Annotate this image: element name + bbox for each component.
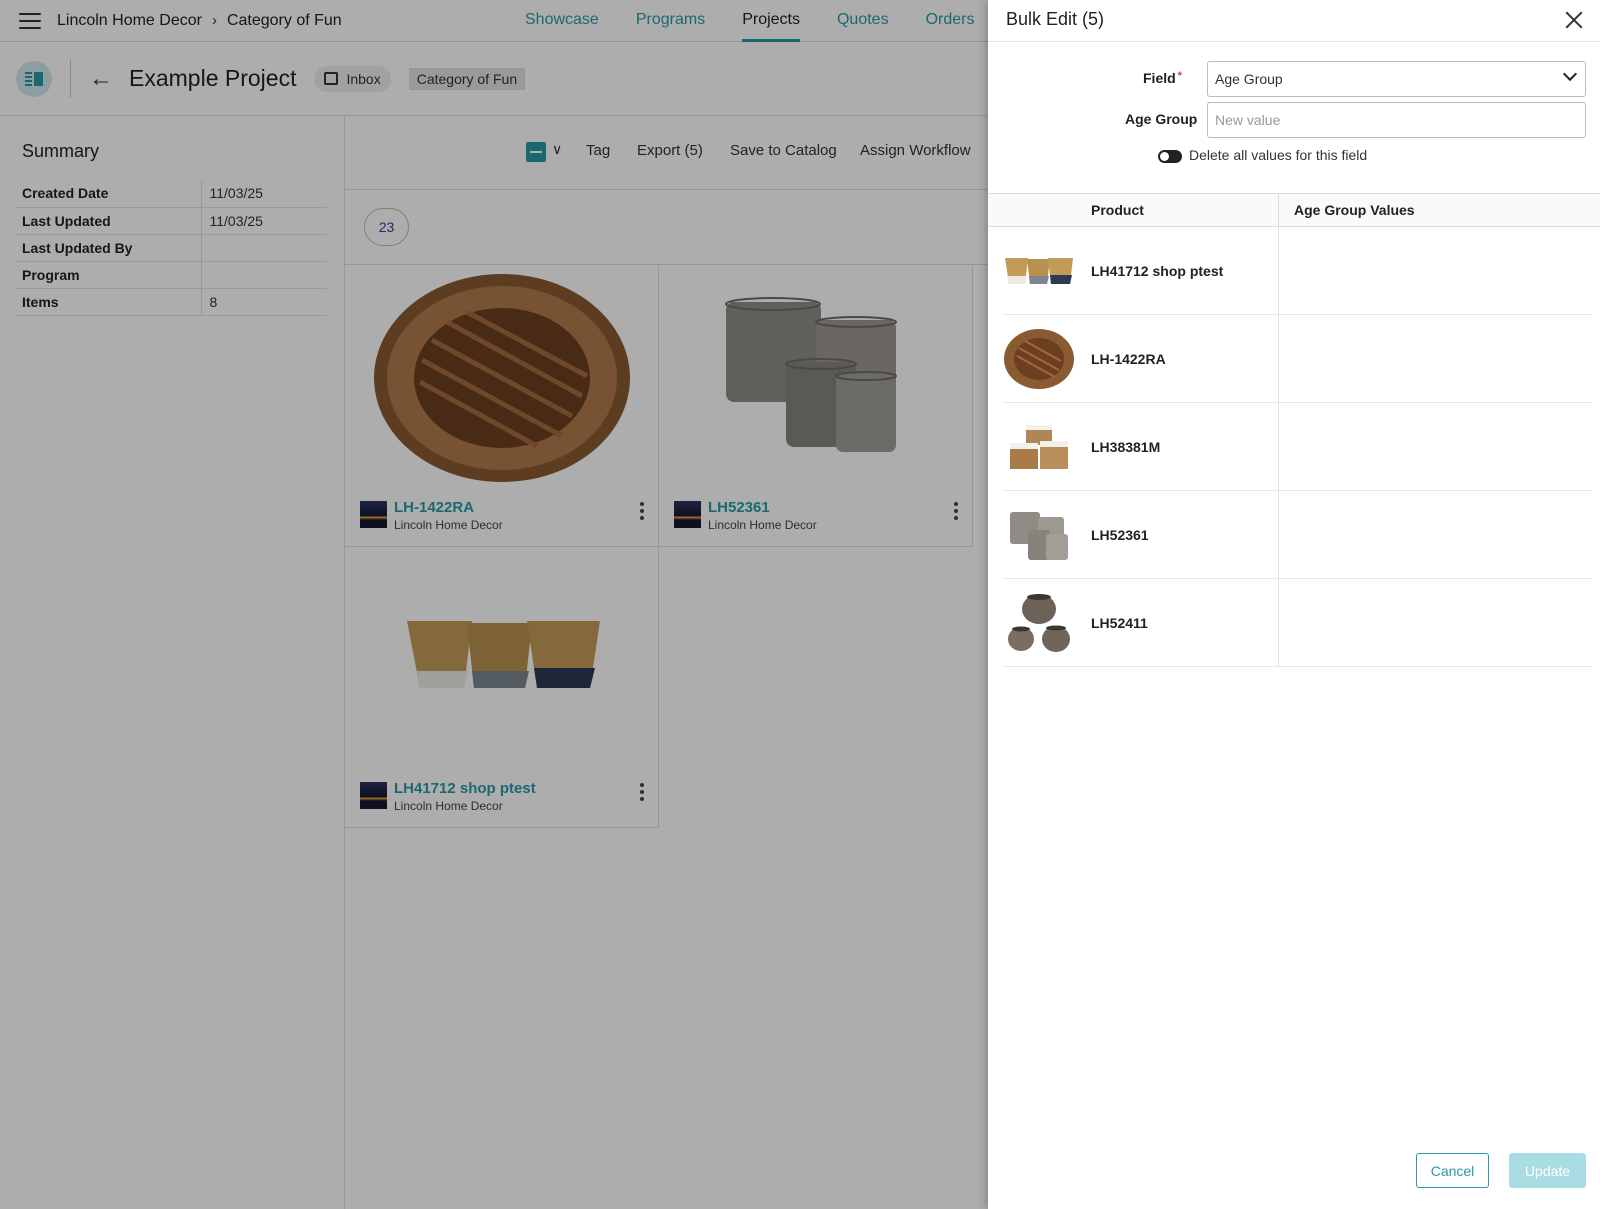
app-background: Lincoln Home Decor › Category of Fun Sho… [0,0,988,1209]
drawer-header: Bulk Edit (5) [988,0,1600,42]
age-group-label: Age Group [1125,111,1198,127]
round-wicker-basket-set-image [1008,594,1070,652]
drawer-title: Bulk Edit (5) [1006,9,1105,29]
column-divider [1278,227,1279,315]
bulk-edit-drawer: Bulk Edit (5) Field * Age Group Age Group… [988,0,1600,1209]
column-divider [1278,403,1279,491]
product-thumbnail [1002,325,1076,393]
close-icon[interactable] [1562,8,1586,32]
age-group-input[interactable] [1207,102,1586,138]
column-header-product: Product [1091,202,1144,218]
product-thumbnail [1002,501,1076,569]
table-row: LH52361 [1002,491,1592,579]
cancel-button[interactable]: Cancel [1416,1153,1489,1188]
product-thumbnail [1002,413,1076,481]
field-select-value: Age Group [1215,71,1283,87]
table-row: LH41712 shop ptest [1002,227,1592,315]
delete-values-label: Delete all values for this field [1189,147,1368,163]
chevron-down-icon [1562,66,1578,82]
product-name: LH-1422RA [1091,351,1166,367]
field-label-text: Field [1143,70,1176,86]
product-name: LH52411 [1091,615,1148,631]
seagrass-basket-trio-image [1005,258,1073,284]
modal-backdrop[interactable] [0,0,988,1209]
product-name: LH52361 [1091,527,1149,543]
table-header: Product Age Group Values [988,194,1600,227]
column-divider [1278,491,1279,579]
storage-basket-set-image [1010,425,1068,469]
round-rattan-charger-image [1004,329,1074,389]
delete-values-toggle[interactable] [1158,150,1182,163]
field-select[interactable]: Age Group [1207,61,1586,97]
column-divider [1278,579,1279,667]
column-divider [1278,194,1279,227]
column-divider [1278,315,1279,403]
field-label: Field * [1143,70,1182,86]
table-row: LH52411 [1002,579,1592,667]
product-name: LH38381M [1091,439,1161,455]
update-button[interactable]: Update [1509,1153,1586,1188]
table-row: LH38381M [1002,403,1592,491]
product-thumbnail [1002,237,1076,305]
table-row: LH-1422RA [1002,315,1592,403]
product-name: LH41712 shop ptest [1091,263,1224,279]
product-values-table: Product Age Group Values LH41712 shop pt… [988,193,1600,667]
grey-wicker-basket-set-image [1010,512,1068,560]
required-marker: * [1177,70,1182,82]
column-header-values: Age Group Values [1294,202,1415,218]
product-thumbnail [1002,589,1076,657]
